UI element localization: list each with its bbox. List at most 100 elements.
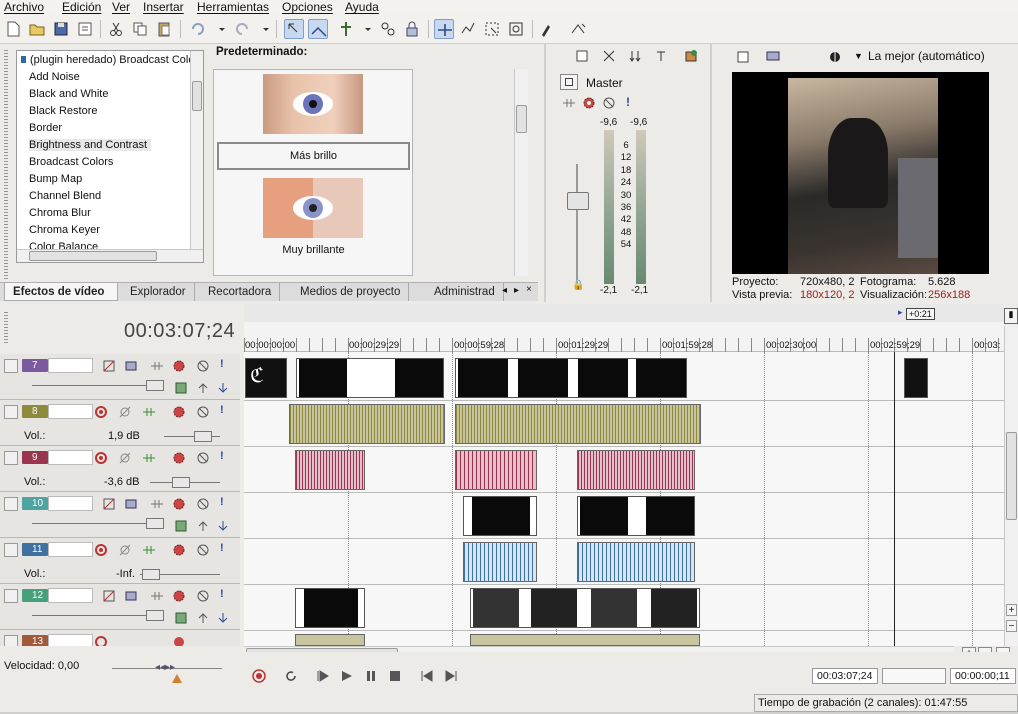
audio-clip[interactable] (463, 542, 537, 582)
make-compositing-parent-icon[interactable] (196, 519, 210, 533)
normal-edit-icon[interactable] (284, 19, 304, 39)
marker-bar[interactable] (244, 304, 1004, 322)
list-item[interactable]: Channel Blend (29, 190, 101, 202)
gear-icon[interactable] (172, 405, 186, 419)
bypass-icon[interactable] (602, 96, 616, 110)
composite-mode-icon[interactable] (174, 519, 188, 533)
copy-icon[interactable] (130, 19, 150, 39)
minimize-track-icon[interactable] (4, 405, 18, 419)
track-header-9[interactable]: 9 ! Vol.: -3,6 dB (0, 446, 240, 492)
magnifier-icon[interactable] (506, 19, 526, 39)
marker-icon[interactable]: ▮ (1004, 308, 1018, 324)
gear-icon[interactable] (172, 589, 186, 603)
gear-icon[interactable] (172, 359, 186, 373)
properties-icon[interactable] (575, 49, 589, 63)
minimize-track-icon[interactable] (4, 497, 18, 511)
minimize-track-icon[interactable] (4, 451, 18, 465)
mute-icon[interactable] (196, 405, 210, 419)
arm-record-icon[interactable] (94, 405, 108, 419)
ripple-icon[interactable] (378, 19, 398, 39)
dock-grip[interactable] (4, 50, 8, 280)
save-icon[interactable] (51, 19, 71, 39)
video-clip[interactable] (577, 496, 695, 536)
mute-icon[interactable] (196, 543, 210, 557)
invert-phase-icon[interactable] (118, 451, 132, 465)
zoom-out-icon[interactable]: − (1006, 620, 1017, 632)
fx-plugin-icon[interactable] (684, 49, 698, 63)
list-item[interactable]: Chroma Blur (29, 207, 91, 219)
make-compositing-parent-icon[interactable] (196, 381, 210, 395)
level-slider[interactable] (146, 380, 164, 391)
playhead-cursor[interactable] (894, 352, 895, 646)
shuttle-speed-icon[interactable]: ◂◂▸▸ (155, 662, 175, 673)
track-header-12[interactable]: 12 ! (0, 584, 240, 630)
help-icon[interactable] (568, 19, 588, 39)
snap-dropdown-icon[interactable] (358, 19, 371, 39)
make-compositing-parent-icon[interactable] (196, 611, 210, 625)
compositing-icon[interactable] (124, 497, 138, 511)
track-name-input[interactable] (48, 588, 93, 603)
composite-mode-icon[interactable] (174, 381, 188, 395)
marker-flag-icon[interactable]: ▸ (898, 307, 903, 318)
minimize-track-icon[interactable] (4, 635, 18, 646)
solo-icon[interactable]: ! (220, 358, 224, 370)
menu-herramientas[interactable]: Herramientas (197, 0, 269, 14)
lock-icon[interactable] (402, 19, 422, 39)
solo-icon[interactable]: ! (220, 496, 224, 508)
speed-slider-thumb[interactable] (172, 674, 182, 683)
dock-grip[interactable] (4, 312, 8, 344)
track-header-13[interactable]: 13 (0, 630, 240, 646)
volume-slider[interactable] (172, 477, 190, 488)
preset-thumbnail-1[interactable] (263, 74, 363, 134)
chevron-down-icon[interactable]: ▼ (854, 51, 863, 61)
menu-ver[interactable]: Ver (112, 0, 130, 14)
level-slider[interactable] (146, 610, 164, 621)
video-clip[interactable] (904, 358, 928, 398)
level-slider[interactable] (146, 518, 164, 529)
track-header-11[interactable]: 11 ! Vol.: -Inf. (0, 538, 240, 584)
downmix-icon[interactable] (628, 49, 642, 63)
selection-length-timecode[interactable]: 00:00:00;11 (950, 668, 1016, 684)
track-name-input[interactable] (48, 450, 93, 465)
insert-fx-icon[interactable] (562, 96, 576, 110)
preview-quality[interactable]: La mejor (automático) (868, 49, 985, 63)
bus-routing-icon[interactable] (602, 49, 616, 63)
pause-icon[interactable] (364, 669, 378, 683)
solo-icon[interactable]: ! (220, 450, 224, 462)
zoom-in-icon[interactable]: + (1006, 604, 1017, 616)
fx-list-vscroll[interactable] (190, 51, 203, 249)
tab-medios-proyecto[interactable]: Medios de proyecto (292, 283, 410, 301)
cut-icon[interactable] (106, 19, 126, 39)
minimize-track-icon[interactable] (4, 543, 18, 557)
arm-record-icon[interactable] (94, 635, 108, 646)
stop-icon[interactable] (388, 669, 402, 683)
make-compositing-child-icon[interactable] (216, 611, 230, 625)
arm-record-icon[interactable] (94, 543, 108, 557)
play-from-start-icon[interactable] (316, 669, 330, 683)
list-item[interactable]: Black and White (29, 88, 108, 100)
insert-fx-icon[interactable] (142, 543, 156, 557)
audio-clip[interactable] (455, 450, 537, 490)
track-name-input[interactable] (48, 496, 93, 511)
zoom-icon[interactable] (458, 19, 478, 39)
master-mute-icon[interactable] (560, 74, 578, 90)
insert-fx-icon[interactable] (150, 359, 164, 373)
video-fx-list[interactable]: (plugin heredado) Broadcast Colo Add Noi… (16, 50, 204, 263)
video-clip[interactable] (463, 496, 537, 536)
audio-clip[interactable] (577, 542, 695, 582)
audio-clip[interactable] (577, 450, 695, 490)
fx-list-hscroll[interactable] (17, 249, 203, 262)
render-icon[interactable] (538, 19, 558, 39)
open-icon[interactable] (27, 19, 47, 39)
track-name-input[interactable] (48, 542, 93, 557)
list-item[interactable]: Black Restore (29, 105, 97, 117)
go-to-start-icon[interactable] (420, 669, 434, 683)
track-header-10[interactable]: 10 ! (0, 492, 240, 538)
insert-fx-icon[interactable] (142, 451, 156, 465)
audio-clip[interactable] (455, 404, 701, 444)
menu-insertar[interactable]: Insertar (143, 0, 184, 14)
selection-start-timecode[interactable] (882, 668, 946, 684)
video-clip[interactable] (296, 358, 444, 398)
volume-slider[interactable] (194, 431, 212, 442)
master-fader-thumb[interactable] (567, 192, 589, 210)
